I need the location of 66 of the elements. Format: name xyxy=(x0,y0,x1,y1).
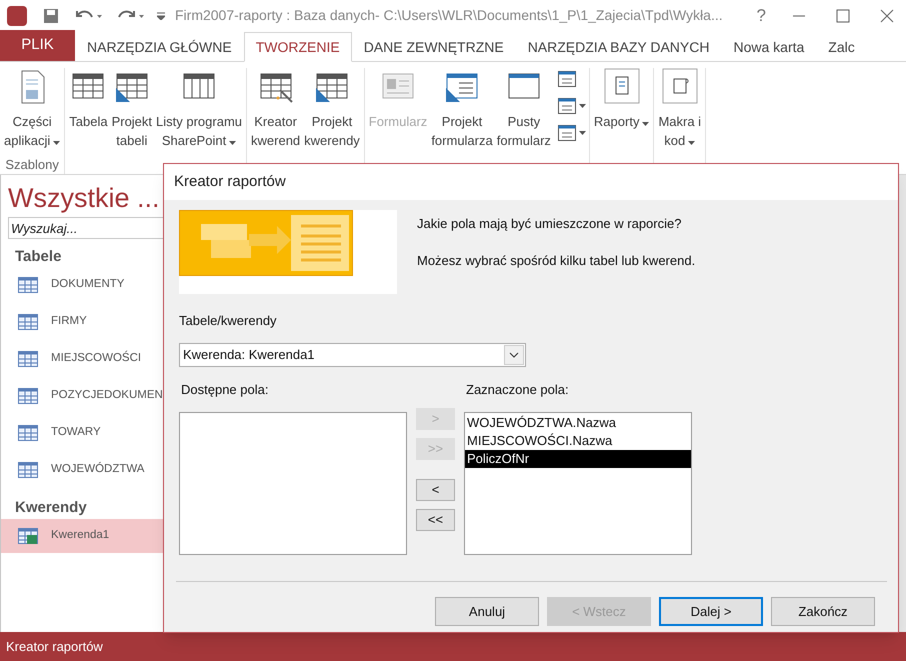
ribbon-tab[interactable]: TWORZENIE xyxy=(244,32,352,62)
status-text: Kreator raportów xyxy=(6,638,103,656)
ribbon-button[interactable]: Projekt formularza xyxy=(430,68,494,156)
ribbon-button[interactable]: Części aplikacji xyxy=(3,68,62,154)
table-icon xyxy=(18,351,38,367)
form-tool-button[interactable] xyxy=(558,95,586,117)
form-icon xyxy=(558,71,576,87)
wizard-question: Jakie pola mają być umieszczone w raporcie? xyxy=(417,215,682,233)
query-icon xyxy=(18,528,38,544)
ribbon-button[interactable]: Pusty formularz xyxy=(496,68,552,156)
table-icon xyxy=(18,314,38,330)
table-icon xyxy=(18,388,38,404)
ribbon-button[interactable]: Projekt tabeli xyxy=(110,68,154,156)
scroll-icon xyxy=(662,68,698,104)
ribbon-tab[interactable]: Zalc xyxy=(816,32,867,62)
table-icon xyxy=(18,462,38,478)
available-label: Dostępne pola: xyxy=(181,380,270,399)
ribbon-tab[interactable]: NARZĘDZIA BAZY DANYCH xyxy=(516,32,722,62)
ribbon-button[interactable]: Raporty xyxy=(592,68,650,156)
wizard-hint: Możesz wybrać spośród kilku tabel lub kwerend. xyxy=(417,252,696,270)
caret-icon xyxy=(578,131,586,135)
ribbon-tab[interactable]: DANE ZEWNĘTRZNE xyxy=(352,32,516,62)
section-heading: Kwerendy xyxy=(15,498,88,518)
report-icon xyxy=(604,68,640,104)
dialog-button[interactable]: Zakończ xyxy=(771,597,875,626)
section-heading: Tabele xyxy=(15,247,62,267)
source-label: Tabele/kwerendy xyxy=(179,312,278,330)
dialog-button[interactable]: Dalej > xyxy=(659,597,763,626)
available-list[interactable] xyxy=(179,412,407,555)
form-icon xyxy=(558,98,576,114)
customize-icon[interactable] xyxy=(157,12,165,20)
move-button[interactable]: << xyxy=(416,508,455,530)
ribbon-button[interactable]: Kreator kwerend xyxy=(250,68,302,156)
move-button[interactable]: < xyxy=(416,478,455,500)
form-tool-button[interactable] xyxy=(558,122,586,144)
window-title: Firm2007-raporty : Baza danych- C:\Users\WLR\Documents\1_P\1_Zajecia\Tpd\Wykła... xyxy=(175,6,723,25)
dialog-button[interactable]: Anuluj xyxy=(435,597,539,626)
group-label: Szablony xyxy=(5,156,59,174)
caret-icon xyxy=(688,140,696,145)
ribbon-button[interactable]: Makra i kod xyxy=(657,68,702,156)
ribbon-tab[interactable]: NARZĘDZIA GŁÓWNE xyxy=(75,32,244,62)
app-logo-icon xyxy=(7,6,27,26)
caret-icon xyxy=(229,140,236,145)
ribbon-button[interactable]: Projekt kwerendy xyxy=(303,68,361,156)
chevron-down-icon xyxy=(504,344,524,364)
maximize-icon[interactable] xyxy=(836,8,850,22)
source-combo[interactable]: Kwerenda: Kwerenda1 xyxy=(179,342,526,366)
help-button[interactable]: ? xyxy=(756,2,766,28)
caret-icon xyxy=(642,122,650,126)
save-icon[interactable] xyxy=(43,8,59,24)
table-icon xyxy=(18,425,38,441)
ribbon-button[interactable]: Listy programu SharePoint xyxy=(155,68,244,156)
dialog-title: Kreator raportów xyxy=(174,172,286,192)
file-tab[interactable]: PLIK xyxy=(0,30,75,61)
selected-label: Zaznaczone pola: xyxy=(466,380,570,399)
table-icon xyxy=(18,277,38,293)
caret-icon xyxy=(53,140,60,145)
close-icon[interactable] xyxy=(880,8,894,22)
caret-icon xyxy=(578,104,586,108)
field-item[interactable]: PoliczOfNr xyxy=(465,450,691,468)
selected-list[interactable]: WOJEWÓDZTWA.Nazwa MIEJSCOWOŚCI.Nazwa PoliczOfNr xyxy=(464,412,692,555)
ribbon-button[interactable]: Tabela xyxy=(68,68,109,156)
form-icon xyxy=(558,125,576,141)
field-item[interactable]: WOJEWÓDZTWA.Nazwa xyxy=(465,414,691,432)
ribbon-tab[interactable]: Nowa karta xyxy=(721,32,816,62)
field-item[interactable]: MIEJSCOWOŚCI.Nazwa xyxy=(465,432,691,450)
